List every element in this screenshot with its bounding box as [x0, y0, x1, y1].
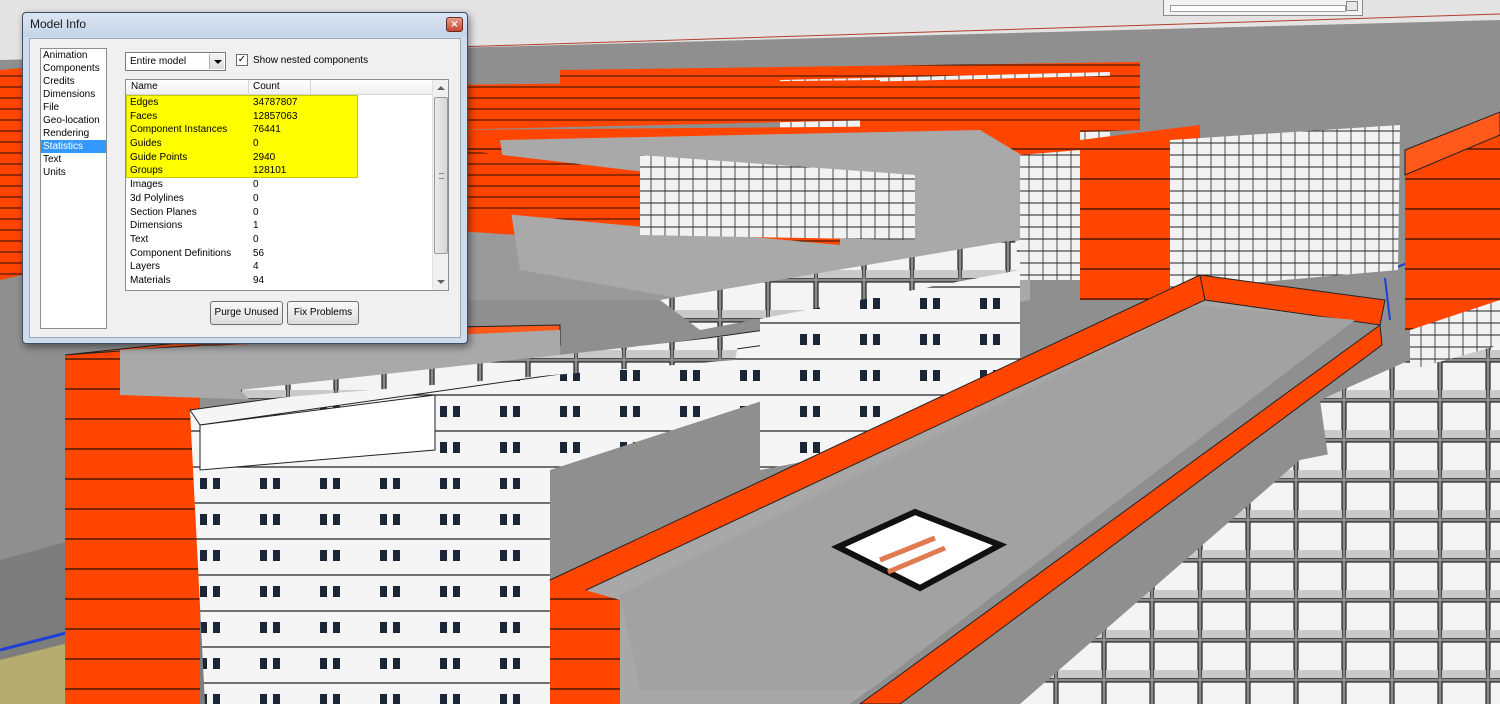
purge-unused-button[interactable]: Purge Unused: [210, 301, 283, 325]
panel-toggle-button[interactable]: [1346, 1, 1358, 11]
category-item-geo-location[interactable]: Geo-location: [41, 114, 106, 127]
row-count: 0: [253, 179, 259, 191]
row-name: Faces: [130, 110, 158, 122]
table-row[interactable]: 3d Polylines 0: [126, 192, 433, 206]
category-item-components[interactable]: Components: [41, 62, 106, 75]
category-item-credits[interactable]: Credits: [41, 75, 106, 88]
row-count: 4: [253, 261, 259, 273]
row-count: 94: [253, 274, 265, 286]
category-item-statistics[interactable]: Statistics: [41, 140, 106, 153]
table-scrollbar[interactable]: [432, 80, 448, 290]
row-count: 2940: [253, 151, 276, 163]
row-count: 1: [253, 220, 259, 232]
table-row[interactable]: Section Planes 0: [126, 206, 433, 220]
category-item-file[interactable]: File: [41, 101, 106, 114]
dialog-title: Model Info: [30, 17, 87, 31]
column-header-count[interactable]: Count: [249, 80, 311, 95]
toolbar-field[interactable]: [1170, 5, 1346, 12]
scope-dropdown-value: Entire model: [130, 56, 187, 67]
row-name: Images: [130, 179, 163, 191]
row-name: Guides: [130, 138, 162, 150]
category-item-text[interactable]: Text: [41, 153, 106, 166]
row-name: Section Planes: [130, 206, 197, 218]
dialog-body: Animation Components Credits Dimensions …: [29, 38, 461, 338]
category-item-dimensions[interactable]: Dimensions: [41, 88, 106, 101]
row-name: Layers: [130, 261, 161, 273]
column-header-name[interactable]: Name: [126, 80, 249, 95]
row-name: Text: [130, 233, 149, 245]
statistics-table: Name Count Edges 34787807 Faces 12857063 C…: [125, 79, 449, 291]
row-name: Groups: [130, 165, 163, 177]
category-item-units[interactable]: Units: [41, 166, 106, 179]
table-row[interactable]: Images 0: [126, 178, 433, 192]
row-name: 3d Polylines: [130, 192, 184, 204]
show-nested-label[interactable]: Show nested components: [253, 55, 368, 66]
row-count: 12857063: [253, 110, 298, 122]
close-icon[interactable]: ×: [446, 17, 463, 32]
scroll-up-icon[interactable]: [433, 80, 448, 96]
row-count: 128101: [253, 165, 287, 177]
scrollbar-thumb[interactable]: [434, 97, 448, 254]
table-row[interactable]: Edges 34787807: [126, 96, 433, 110]
row-name: Materials: [130, 274, 171, 286]
table-body: Edges 34787807 Faces 12857063 Component In…: [126, 96, 433, 288]
table-row[interactable]: Component Instances 76441: [126, 123, 433, 137]
row-name: Dimensions: [130, 220, 183, 232]
show-nested-checkbox[interactable]: ✓: [236, 54, 248, 66]
scope-dropdown[interactable]: Entire model: [125, 52, 226, 71]
fix-problems-button[interactable]: Fix Problems: [287, 301, 359, 325]
category-item-rendering[interactable]: Rendering: [41, 127, 106, 140]
chevron-down-icon[interactable]: [209, 54, 224, 69]
grip-icon: [439, 173, 444, 179]
row-count: 0: [253, 138, 259, 150]
table-row[interactable]: Faces 12857063: [126, 110, 433, 124]
table-row[interactable]: Layers 4: [126, 260, 433, 274]
row-name: Component Definitions: [130, 247, 232, 259]
dialog-titlebar[interactable]: Model Info ×: [23, 13, 467, 37]
row-count: 56: [253, 247, 265, 259]
row-name: Edges: [130, 97, 159, 108]
row-name: Guide Points: [130, 151, 188, 163]
table-row[interactable]: Groups 128101: [126, 164, 433, 178]
row-count: 0: [253, 206, 259, 218]
table-row[interactable]: Dimensions 1: [126, 219, 433, 233]
table-row[interactable]: Materials 94: [126, 274, 433, 288]
row-count: 34787807: [253, 97, 298, 108]
row-name: Component Instances: [130, 124, 228, 136]
table-header: Name Count: [126, 80, 433, 95]
table-row[interactable]: Text 0: [126, 233, 433, 247]
row-count: 0: [253, 192, 259, 204]
scroll-down-icon[interactable]: [433, 274, 448, 290]
model-info-dialog: Model Info × Animation Components Credit…: [22, 12, 468, 344]
row-count: 76441: [253, 124, 281, 136]
category-item-animation[interactable]: Animation: [41, 49, 106, 62]
floating-toolbar-panel: [1163, 0, 1363, 16]
table-row[interactable]: Component Definitions 56: [126, 247, 433, 261]
row-count: 0: [253, 233, 259, 245]
table-row[interactable]: Guides 0: [126, 137, 433, 151]
category-list: Animation Components Credits Dimensions …: [40, 48, 107, 329]
table-row[interactable]: Guide Points 2940: [126, 151, 433, 165]
